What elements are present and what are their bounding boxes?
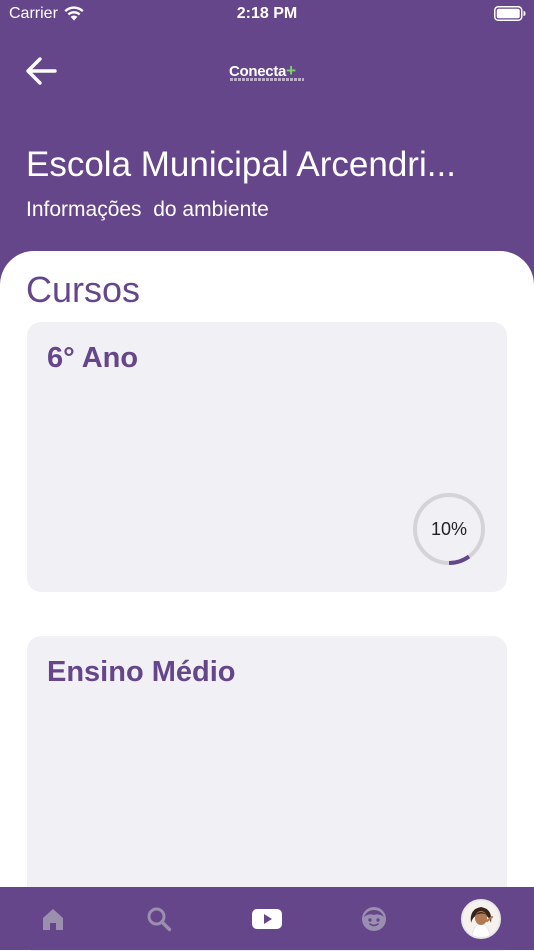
progress-label: 10% <box>430 519 468 539</box>
kid-face-icon <box>362 906 386 931</box>
avatar <box>461 898 501 939</box>
status-bar: Carrier 2:18 PM <box>0 0 534 28</box>
status-time: 2:18 PM <box>236 5 298 22</box>
tab-video[interactable] <box>237 887 297 950</box>
tab-bar <box>0 887 534 950</box>
tab-home[interactable] <box>23 887 83 950</box>
page-subtitle: Informações do ambiente <box>26 198 269 221</box>
page-title: Escola Municipal Arcendri... <box>26 145 456 184</box>
course-card[interactable]: 6° Ano 10% <box>27 322 507 592</box>
back-button[interactable] <box>22 52 62 92</box>
play-icon <box>252 908 282 929</box>
arrow-left-icon <box>26 57 57 85</box>
section-title: Cursos <box>26 269 141 310</box>
app-logo: Conecta+ <box>229 61 307 85</box>
avatar-image <box>463 900 499 937</box>
course-title: Ensino Médio <box>47 656 236 688</box>
tab-profile[interactable] <box>451 887 511 950</box>
course-title: 6° Ano <box>47 342 139 374</box>
search-icon <box>147 907 172 931</box>
content-panel: Cursos 6° Ano 10% Ensino Médio <box>0 251 534 951</box>
battery-full-icon <box>494 6 526 21</box>
tab-search[interactable] <box>129 887 189 950</box>
progress-ring: 10% <box>412 492 486 566</box>
tab-kids[interactable] <box>344 887 404 950</box>
home-icon <box>43 908 63 930</box>
header: Carrier 2:18 PM Conecta+ Escola Municipa… <box>0 0 534 270</box>
logo-tagline <box>230 78 304 81</box>
